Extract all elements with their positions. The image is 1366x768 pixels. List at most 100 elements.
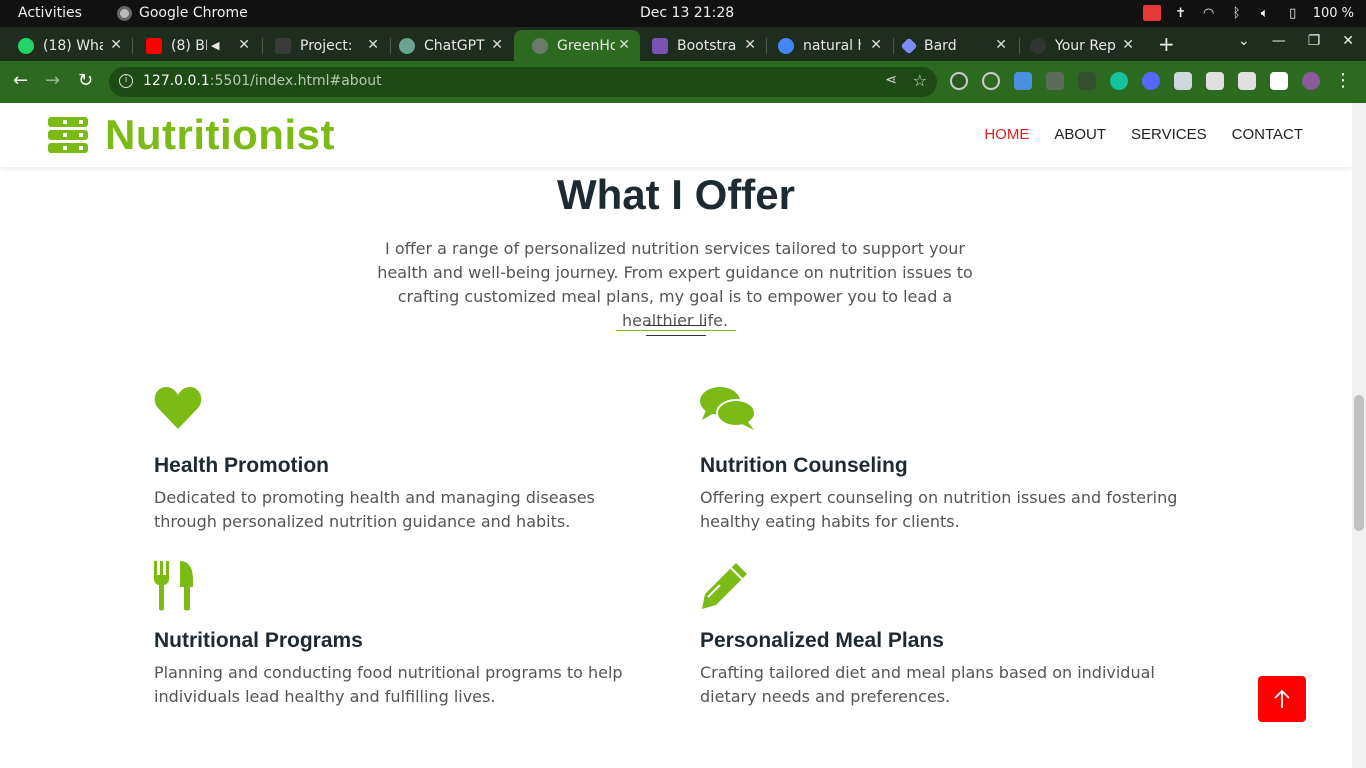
clock[interactable]: Dec 13 21:28 [640,5,734,21]
share-icon[interactable]: ⋖ [885,72,897,88]
tab-title: Project: C [300,37,358,54]
browser-tab-active[interactable]: GreenHo ✕ [514,30,640,61]
site-header: Nutritionist HOME ABOUT SERVICES CONTACT [0,103,1352,167]
close-icon[interactable]: ✕ [744,37,756,53]
service-card: Nutrition Counseling Offering expert cou… [700,386,1200,534]
tab-title: ChatGPT [424,37,485,54]
tab-strip: (18) WhatsApp ✕ (8) BE ◀︎ ✕ Project: C ✕… [0,27,1366,61]
extensions-bar [950,72,1320,90]
grammarly-icon[interactable] [1110,72,1128,90]
accessibility-icon[interactable]: ✝ [1173,6,1189,21]
activities-button[interactable]: Activities [18,5,82,21]
nav-home[interactable]: HOME [984,126,1029,143]
section-description: I offer a range of personalized nutritio… [377,239,973,330]
window-controls: ⌄ — ❐ ✕ [1238,33,1354,49]
tab-title: Bootstrap [677,37,737,54]
browser-tab[interactable]: (8) BE ◀︎ ✕ [128,30,260,61]
close-icon[interactable]: ✕ [1122,37,1134,53]
browser-tab[interactable]: (18) WhatsApp ✕ [0,30,132,61]
browser-tab[interactable]: Project: C ✕ [257,30,389,61]
close-icon[interactable]: ✕ [618,37,630,53]
service-text: Crafting tailored diet and meal plans ba… [700,663,1155,706]
site-logo[interactable]: Nutritionist [48,111,335,159]
screen-record-icon[interactable] [1142,5,1161,21]
restore-icon[interactable]: ❐ [1308,33,1321,49]
service-title: Health Promotion [154,454,330,477]
bluetooth-icon[interactable]: ᛒ [1229,6,1245,21]
nav-contact[interactable]: CONTACT [1232,126,1303,143]
section-divider [616,325,736,337]
nav-services[interactable]: SERVICES [1131,126,1207,143]
tab-title: Your Rep [1055,37,1115,54]
heart-icon [154,386,654,438]
browser-tab[interactable]: Bard ✕ [885,30,1017,61]
service-card: Health Promotion Dedicated to promoting … [154,386,654,534]
forward-icon[interactable]: → [45,70,60,91]
new-tab-button[interactable]: + [1158,32,1175,56]
battery-icon[interactable]: ▯ [1285,6,1301,21]
close-icon[interactable]: ✕ [238,37,250,53]
tab-title: natural h [803,37,861,54]
react-devtools-icon[interactable] [950,72,968,90]
service-text: Dedicated to promoting health and managi… [154,488,595,531]
braces-extension-icon[interactable] [1078,72,1096,90]
youtube-icon [146,37,162,54]
wifi-icon[interactable]: ◠ [1201,6,1217,21]
close-icon[interactable]: ✕ [491,37,503,53]
google-icon [778,37,794,54]
address-bar[interactable]: i 127.0.0.1:5501/index.html#about ⋖ ☆ [109,67,937,97]
bootstrap-icon [652,37,668,54]
app-name: Google Chrome [139,5,248,21]
puzzle-icon[interactable] [1206,72,1224,90]
brand-name: Nutritionist [105,111,335,158]
avatar[interactable] [1302,72,1320,90]
reload-icon[interactable]: ↻ [78,70,93,91]
browser-tab[interactable]: ChatGPT ✕ [381,30,513,61]
close-icon[interactable]: ✕ [367,37,379,53]
reading-list-icon[interactable] [1238,72,1256,90]
back-to-top-button[interactable] [1258,676,1306,722]
browser-tab[interactable]: Bootstrap ✕ [634,30,766,61]
scrollbar-thumb[interactable] [1354,395,1364,531]
audio-playing-icon[interactable]: ◀︎ [211,39,219,52]
service-card: Personalized Meal Plans Crafting tailore… [700,561,1200,709]
browser-tab[interactable]: natural h ✕ [760,30,892,61]
app-menu[interactable]: Google Chrome [117,5,248,21]
close-icon[interactable]: ✕ [870,37,882,53]
extension-circle-icon[interactable] [982,72,1000,90]
page-scrollbar[interactable] [1352,103,1366,768]
volume-icon[interactable]: 🔈︎ [1257,6,1273,21]
bookmark-star-icon[interactable]: ☆ [913,71,927,90]
tab-title: (8) BE [171,37,207,54]
url-text[interactable]: 127.0.0.1:5501/index.html#about [143,73,382,89]
server-icon [48,117,88,153]
project-icon [275,37,291,54]
whatsapp-icon [18,37,34,54]
system-top-bar: Activities Google Chrome Dec 13 21:28 ✝ … [0,0,1366,27]
browser-tab[interactable]: Your Rep ✕ [1012,30,1144,61]
close-window-icon[interactable]: ✕ [1342,33,1354,49]
browser-toolbar: ← → ↻ i 127.0.0.1:5501/index.html#about … [0,61,1366,103]
system-tray[interactable]: ✝ ◠ ᛒ 🔈︎ ▯ 100 % [1142,5,1354,21]
service-title: Nutritional Programs [154,629,363,652]
docs-extension-icon[interactable] [1014,72,1032,90]
close-icon[interactable]: ✕ [110,37,122,53]
minimize-icon[interactable]: — [1272,33,1286,49]
back-icon[interactable]: ← [13,70,28,91]
close-icon[interactable]: ✕ [995,37,1007,53]
globe-icon [532,37,548,54]
side-panel-icon[interactable] [1270,72,1288,90]
chatgpt-icon [399,37,415,54]
chrome-menu-icon[interactable]: ⋮ [1334,70,1352,91]
battery-level: 100 % [1312,5,1354,21]
c-extension-icon[interactable] [1046,72,1064,90]
shield-icon[interactable] [1174,72,1192,90]
sparkle-extension-icon[interactable] [1142,72,1160,90]
service-text: Offering expert counseling on nutrition … [700,488,1178,531]
tab-search-icon[interactable]: ⌄ [1238,33,1250,49]
web-page: Nutritionist HOME ABOUT SERVICES CONTACT… [0,103,1352,768]
service-card: Nutritional Programs Planning and conduc… [154,561,654,709]
site-info-icon[interactable]: i [119,74,133,88]
nav-about[interactable]: ABOUT [1054,126,1106,143]
bard-icon [900,37,918,54]
